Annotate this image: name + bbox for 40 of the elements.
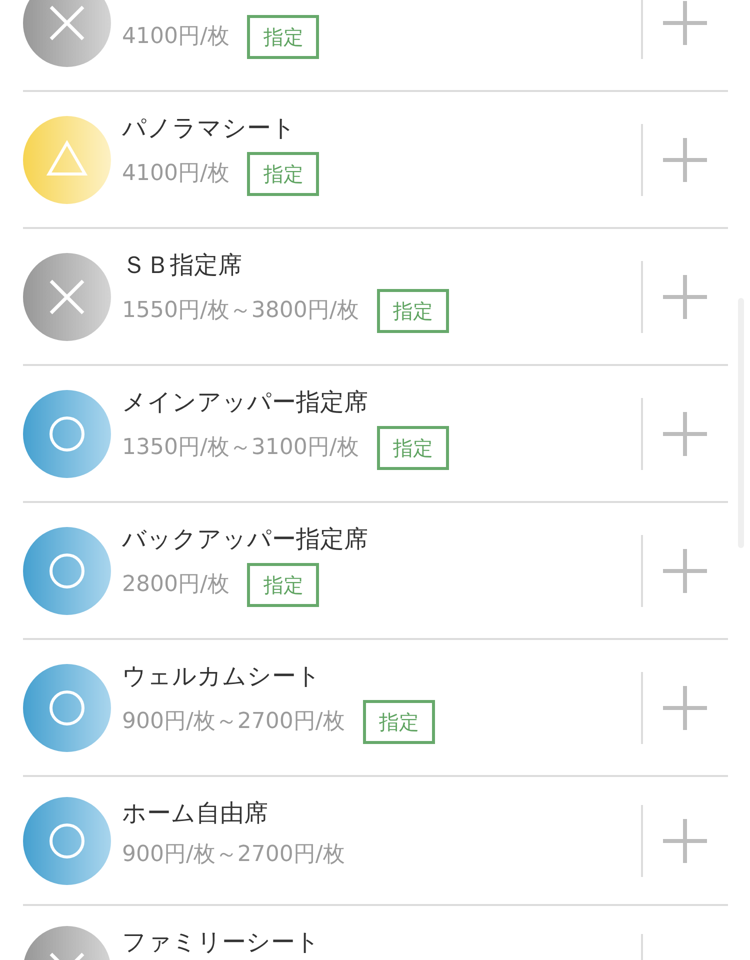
add-button[interactable] bbox=[641, 672, 707, 744]
add-button[interactable] bbox=[641, 534, 707, 606]
seat-name: パノラマシート bbox=[122, 114, 297, 142]
cross-mark-icon bbox=[23, 252, 111, 340]
seat-type-tag: 指定 bbox=[247, 563, 320, 607]
seat-name: ファミリーシート bbox=[122, 928, 321, 956]
plus-icon bbox=[663, 0, 707, 44]
seat-price: 1550円/枚～3800円/枚 bbox=[122, 297, 359, 325]
add-button[interactable] bbox=[641, 804, 707, 876]
plus-icon bbox=[663, 686, 707, 730]
seat-type-tag: 指定 bbox=[362, 700, 435, 744]
ring-mark-icon bbox=[23, 526, 111, 614]
ring-mark-icon bbox=[23, 664, 111, 752]
plus-icon bbox=[663, 548, 707, 592]
ring-mark-icon bbox=[23, 796, 111, 884]
seat-name: バックアッパー指定席 bbox=[122, 525, 369, 553]
seat-price: 2800円/枚 bbox=[122, 571, 230, 599]
seat-name: ホーム自由席 bbox=[122, 799, 269, 827]
triangle-mark-icon bbox=[23, 116, 111, 204]
seat-price: 900円/枚～2700円/枚 bbox=[122, 708, 345, 736]
seat-price: 900円/枚～2700円/枚 bbox=[122, 841, 345, 869]
add-button[interactable] bbox=[641, 124, 707, 196]
seat-price: 4100円/枚 bbox=[122, 160, 230, 188]
plus-icon bbox=[663, 274, 707, 318]
seat-name: ウェルカムシート bbox=[122, 662, 322, 690]
seat-name: メインアッパー指定席 bbox=[122, 388, 369, 416]
plus-icon bbox=[663, 412, 707, 456]
seat-price: 1350円/枚～3100円/枚 bbox=[122, 434, 359, 462]
seat-type-tag: 指定 bbox=[247, 152, 320, 196]
seat-type-tag: 指定 bbox=[376, 289, 449, 333]
ring-mark-icon bbox=[23, 390, 111, 478]
seat-type-tag: 指定 bbox=[376, 426, 449, 470]
plus-icon bbox=[663, 138, 707, 182]
add-button[interactable] bbox=[641, 0, 707, 58]
add-button[interactable] bbox=[641, 398, 707, 470]
seat-type-tag: 指定 bbox=[247, 15, 320, 59]
seat-price: 4100円/枚 bbox=[122, 23, 230, 51]
plus-icon bbox=[663, 818, 707, 862]
seat-name: ＳＢ指定席 bbox=[122, 251, 243, 279]
add-button[interactable] bbox=[641, 260, 707, 332]
